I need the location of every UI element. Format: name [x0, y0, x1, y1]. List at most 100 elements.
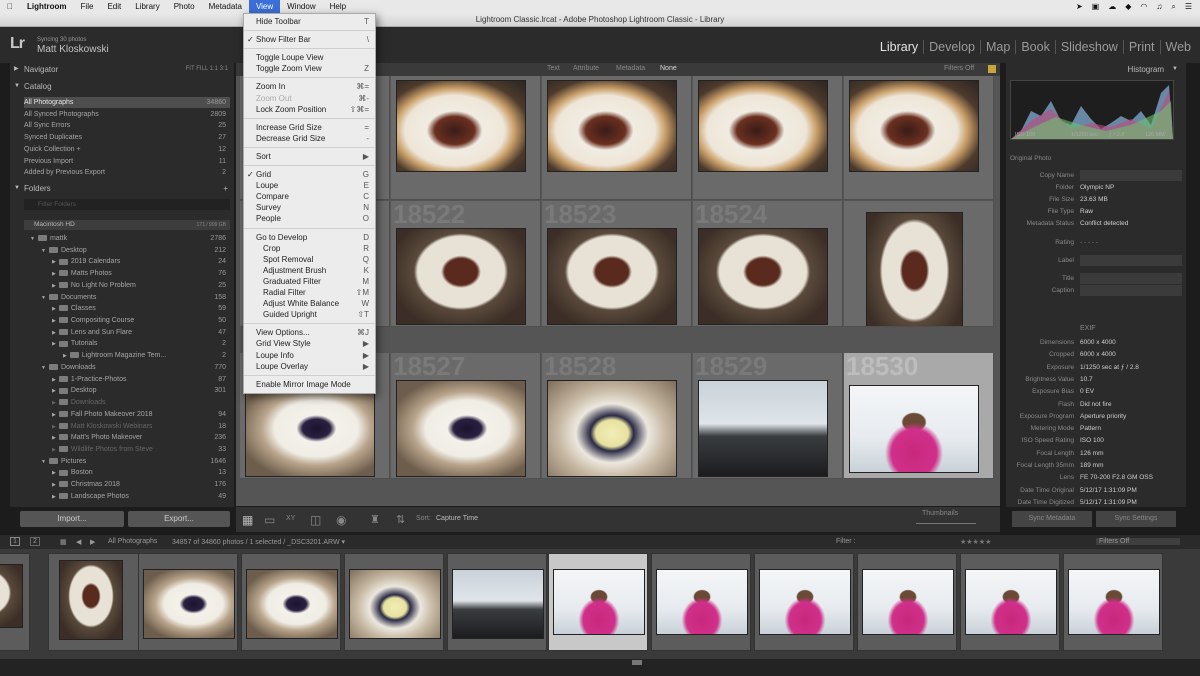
expand-triangle-icon[interactable]: ▼ [41, 459, 46, 465]
menu-item-adjustment-brush[interactable]: Adjustment Brush K [244, 265, 375, 276]
wifi-icon[interactable]: ◠ [1140, 2, 1147, 11]
folder-item[interactable]: ▼ mattk 2786 [24, 233, 230, 244]
folder-item[interactable]: ▶ Fall Photo Makeover 2018 94 [24, 409, 230, 420]
spray-can-icon[interactable]: ♜ [370, 513, 380, 526]
metadata-value[interactable] [1080, 255, 1182, 266]
menu-item-grid[interactable]: ✓ Grid G [244, 169, 375, 180]
folder-item[interactable]: ▶ Christmas 2018 176 [24, 479, 230, 490]
folder-item[interactable]: ▼ Pictures 1646 [24, 456, 230, 467]
grid-cell[interactable] [391, 76, 541, 200]
folder-item[interactable]: ▶ No Light No Problem 25 [24, 280, 230, 291]
menu-item-enable-mirror-image-mode[interactable]: Enable Mirror Image Mode [244, 379, 375, 390]
menu-item-hide-toolbar[interactable]: Hide Toolbar T [244, 16, 375, 27]
filmstrip-thumb[interactable] [960, 553, 1060, 651]
expand-triangle-icon[interactable]: ▼ [41, 248, 46, 254]
menu-window[interactable]: Window [280, 0, 322, 13]
menu-edit[interactable]: Edit [100, 0, 128, 13]
sync-metadata-button[interactable]: Sync Metadata [1012, 511, 1092, 527]
add-folder-icon[interactable]: + [223, 182, 228, 195]
module-book[interactable]: Book [1015, 40, 1055, 54]
notification-icon[interactable]: ☰ [1185, 2, 1192, 11]
folder-item[interactable]: ▶ Boston 13 [24, 467, 230, 478]
forward-icon[interactable]: ▶ [90, 538, 95, 546]
module-slideshow[interactable]: Slideshow [1054, 40, 1123, 54]
folder-item[interactable]: ▶ Classes 59 [24, 303, 230, 314]
menu-item-loupe[interactable]: Loupe E [244, 180, 375, 191]
folder-item[interactable]: ▶ 1-Practice-Photos 87 [24, 374, 230, 385]
grid-cell[interactable]: 18523 [542, 201, 692, 327]
rating-filter[interactable]: ★★★★★ [960, 538, 991, 546]
camera-icon[interactable]: ▣ [1092, 2, 1100, 11]
filmstrip-thumb[interactable] [651, 553, 751, 651]
module-print[interactable]: Print [1122, 40, 1160, 54]
menu-item-increase-grid-size[interactable]: Increase Grid Size = [244, 122, 375, 133]
filmstrip-filters-off[interactable]: Filters Off [1096, 538, 1180, 545]
filmstrip-source[interactable]: All Photographs [108, 538, 157, 545]
metadata-value[interactable] [1080, 170, 1182, 181]
dropbox-icon[interactable]: ◆ [1125, 2, 1131, 11]
grid-cell[interactable]: 18527 [391, 353, 541, 479]
folder-item[interactable]: ▶ Downloads [24, 397, 230, 408]
filmstrip-thumb[interactable] [754, 553, 854, 651]
filters-off[interactable]: Filters Off [944, 65, 974, 72]
menu-item-grid-view-style[interactable]: Grid View Style ▶ [244, 338, 375, 349]
menu-item-zoom-in[interactable]: Zoom In ⌘= [244, 81, 375, 92]
menu-item-loupe-info[interactable]: Loupe Info ▶ [244, 350, 375, 361]
folder-item[interactable]: ▼ Desktop 212 [24, 245, 230, 256]
folder-item[interactable]: ▶ 2019 Calendars 24 [24, 256, 230, 267]
grid-cell[interactable] [693, 76, 843, 200]
menu-library[interactable]: Library [128, 0, 166, 13]
folder-item[interactable]: ▼ Documents 158 [24, 292, 230, 303]
filmstrip-thumb[interactable] [857, 553, 957, 651]
grid-icon[interactable]: ▦ [60, 538, 67, 546]
menu-item-guided-upright[interactable]: Guided Upright ⇧T [244, 309, 375, 320]
screen-2-button[interactable]: 2 [30, 537, 40, 546]
menu-metadata[interactable]: Metadata [202, 0, 249, 13]
folder-item[interactable]: ▶ Compositing Course 50 [24, 315, 230, 326]
menu-item-view-options[interactable]: View Options... ⌘J [244, 327, 375, 338]
filter-attribute[interactable]: Attribute [573, 65, 599, 72]
menu-item-adjust-white-balance[interactable]: Adjust White Balance W [244, 298, 375, 309]
grid-cell-selected[interactable]: 18530 [844, 353, 994, 479]
catalog-header[interactable]: ▼ Catalog [10, 80, 234, 93]
filmstrip-thumb[interactable] [241, 553, 341, 651]
filmstrip-thumb[interactable] [0, 553, 30, 651]
menu-help[interactable]: Help [323, 0, 353, 13]
catalog-item[interactable]: All Synced Photographs 2809 [24, 109, 230, 120]
menu-view[interactable]: View [248, 0, 281, 13]
catalog-item[interactable]: All Photographs 34860 [24, 97, 230, 108]
back-icon[interactable]: ◀ [76, 538, 81, 546]
grid-cell[interactable] [844, 201, 994, 327]
sync-status[interactable]: Syncing 30 photos [37, 37, 86, 43]
menu-item-survey[interactable]: Survey N [244, 202, 375, 213]
folder-item[interactable]: ▶ Tutorials 2 [24, 338, 230, 349]
thumbnail-size-slider[interactable] [916, 523, 976, 524]
menu-photo[interactable]: Photo [167, 0, 202, 13]
navigator-header[interactable]: ▶ Navigator FIT FILL 1:1 3:1 [10, 63, 234, 76]
grid-cell[interactable] [542, 76, 692, 200]
spotlight-icon[interactable]: ⌕ [1171, 2, 1175, 12]
menu-item-radial-filter[interactable]: Radial Filter ⇧M [244, 287, 375, 298]
cursor-icon[interactable]: ➤ [1076, 2, 1083, 11]
menu-item-sort[interactable]: Sort ▶ [244, 151, 375, 162]
menu-item-toggle-loupe-view[interactable]: Toggle Loupe View [244, 52, 375, 63]
module-library[interactable]: Library [875, 40, 923, 54]
metadata-value[interactable] [1080, 285, 1182, 296]
menu-item-loupe-overlay[interactable]: Loupe Overlay ▶ [244, 361, 375, 372]
module-develop[interactable]: Develop [923, 40, 980, 54]
menu-file[interactable]: File [74, 0, 101, 13]
filter-text[interactable]: Text [547, 65, 560, 72]
filmstrip-thumb[interactable] [447, 553, 547, 651]
cloud-icon[interactable]: ☁ [1108, 2, 1116, 11]
filmstrip-thumb[interactable] [48, 553, 148, 651]
export-button[interactable]: Export... [128, 511, 230, 527]
sort-direction-icon[interactable]: ⇅ [396, 513, 405, 526]
folder-item[interactable]: ▶ Matts Photos 76 [24, 268, 230, 279]
survey-view-icon[interactable]: ◫ [310, 513, 321, 527]
catalog-item[interactable]: All Sync Errors 25 [24, 120, 230, 131]
sync-settings-button[interactable]: Sync Settings [1096, 511, 1176, 527]
module-map[interactable]: Map [980, 40, 1015, 54]
folder-item[interactable]: ▶ Desktop 301 [24, 385, 230, 396]
folder-item[interactable]: ▶ Matt's Photo Makeover 236 [24, 432, 230, 443]
filter-metadata[interactable]: Metadata [616, 65, 645, 72]
